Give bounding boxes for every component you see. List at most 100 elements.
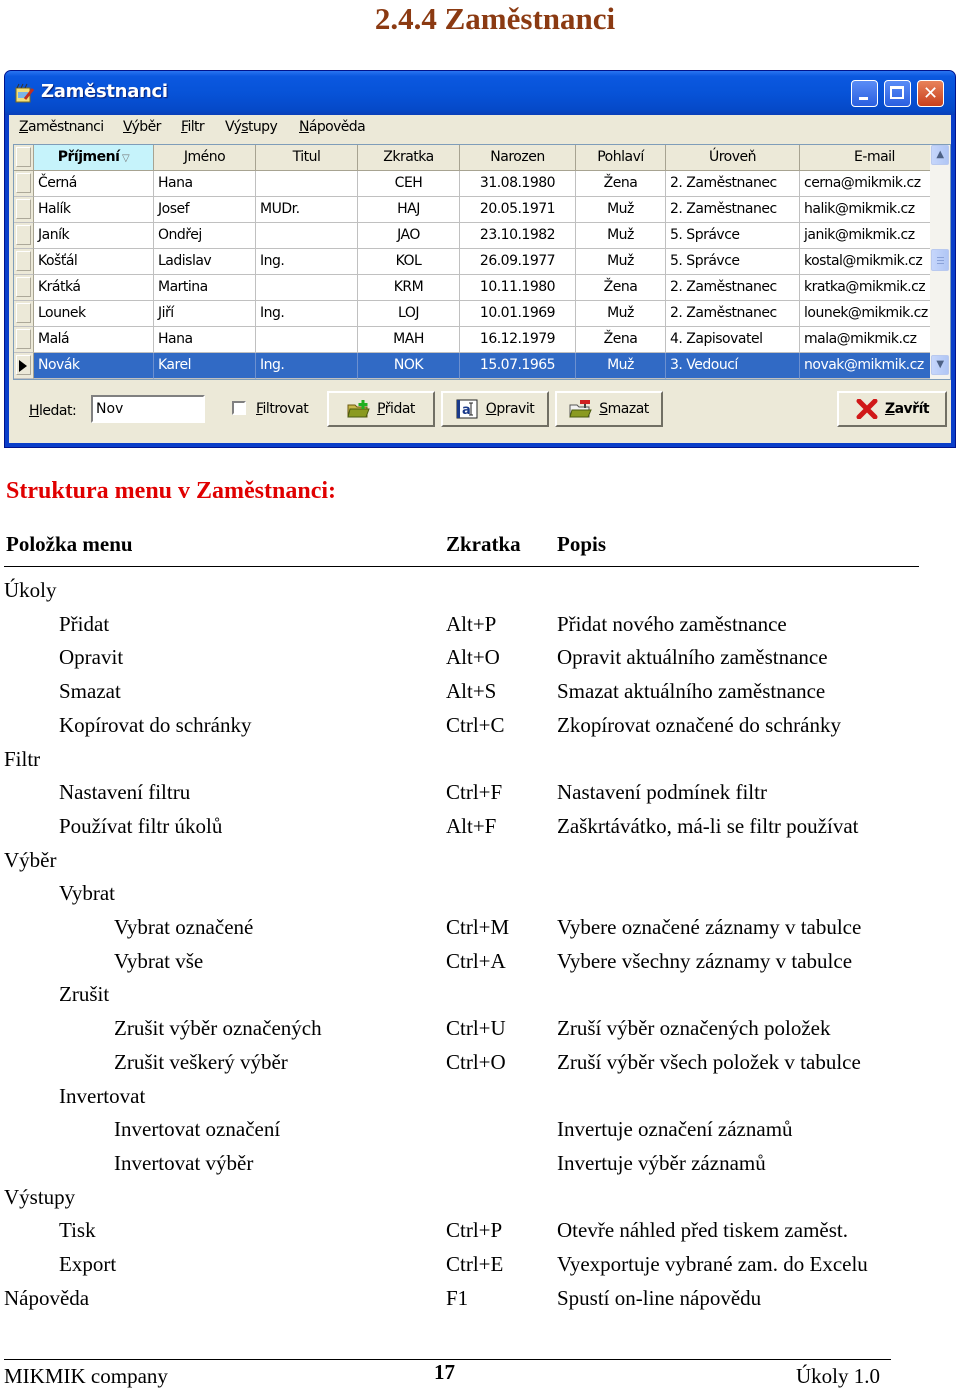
table-row[interactable]: Halík Josef MUDr. HAJ 20.05.1971 Muž 2. Zaměst…	[14, 197, 950, 223]
table-cell[interactable]: kratka@mikmik.cz	[800, 275, 950, 301]
column-header[interactable]: Pohlaví	[576, 145, 666, 171]
maximize-button[interactable]	[884, 80, 911, 107]
table-row[interactable]: Lounek Jiří Ing. LOJ 10.01.1969 Muž 2. Zaměstn…	[14, 301, 950, 327]
table-cell[interactable]: 5. Správce	[666, 223, 800, 249]
menu-napoveda[interactable]: Nápověda	[299, 119, 366, 135]
table-cell[interactable]: novak@mikmik.cz	[800, 353, 950, 379]
table-cell[interactable]: KOL	[358, 249, 460, 275]
scroll-down-button[interactable]: ▼	[931, 355, 949, 375]
column-header[interactable]: Titul	[256, 145, 358, 171]
table-cell[interactable]	[256, 171, 358, 197]
column-header[interactable]: Příjmení ▽	[34, 145, 154, 171]
table-cell[interactable]: JAO	[358, 223, 460, 249]
table-cell[interactable]: CEH	[358, 171, 460, 197]
table-row[interactable]: Malá Hana MAH 16.12.1979 Žena 4. Zapisovatel m…	[14, 327, 950, 353]
vertical-scrollbar[interactable]: ▲ ▼	[930, 145, 950, 379]
row-selector[interactable]	[14, 223, 34, 249]
table-cell[interactable]: Muž	[576, 353, 666, 379]
table-cell[interactable]: 26.09.1977	[460, 249, 576, 275]
table-cell[interactable]: Žena	[576, 171, 666, 197]
table-cell[interactable]: NOK	[358, 353, 460, 379]
column-header[interactable]: Narozen	[460, 145, 576, 171]
table-cell[interactable]: LOJ	[358, 301, 460, 327]
table-cell[interactable]: Malá	[34, 327, 154, 353]
table-cell[interactable]: 10.11.1980	[460, 275, 576, 301]
row-selector[interactable]	[14, 197, 34, 223]
table-cell[interactable]: Janík	[34, 223, 154, 249]
table-cell[interactable]: 3. Vedoucí	[666, 353, 800, 379]
table-cell[interactable]: Ing.	[256, 353, 358, 379]
scroll-thumb[interactable]	[931, 249, 949, 271]
table-cell[interactable]: Martina	[154, 275, 256, 301]
table-cell[interactable]: 16.12.1979	[460, 327, 576, 353]
table-cell[interactable]: 31.08.1980	[460, 171, 576, 197]
table-cell[interactable]: Ing.	[256, 249, 358, 275]
table-cell[interactable]: Hana	[154, 327, 256, 353]
scroll-up-button[interactable]: ▲	[931, 145, 949, 165]
table-cell[interactable]: Hana	[154, 171, 256, 197]
table-cell[interactable]: janik@mikmik.cz	[800, 223, 950, 249]
table-cell[interactable]	[256, 327, 358, 353]
row-selector[interactable]	[14, 353, 34, 379]
table-cell[interactable]: 2. Zaměstnanec	[666, 171, 800, 197]
table-cell[interactable]: 23.10.1982	[460, 223, 576, 249]
row-selector[interactable]	[14, 301, 34, 327]
minimize-button[interactable]	[851, 80, 878, 107]
row-selector[interactable]	[14, 171, 34, 197]
close-button[interactable]: Zavřít	[837, 391, 947, 427]
table-cell[interactable]: 15.07.1965	[460, 353, 576, 379]
table-cell[interactable]: mala@mikmik.cz	[800, 327, 950, 353]
table-cell[interactable]: KRM	[358, 275, 460, 301]
edit-button[interactable]: a Opravit	[441, 391, 549, 427]
close-window-button[interactable]: ✕	[917, 80, 944, 107]
title-bar[interactable]: Zaměstnanci ✕	[5, 71, 955, 115]
menu-vystupy[interactable]: Výstupy	[225, 119, 278, 135]
table-cell[interactable]: 4. Zapisovatel	[666, 327, 800, 353]
table-cell[interactable]: 2. Zaměstnanec	[666, 301, 800, 327]
table-cell[interactable]: Halík	[34, 197, 154, 223]
menu-zamestnanci[interactable]: Zaměstnanci	[19, 119, 104, 135]
table-cell[interactable]: cerna@mikmik.cz	[800, 171, 950, 197]
table-cell[interactable]: Krátká	[34, 275, 154, 301]
table-row[interactable]: Krátká Martina KRM 10.11.1980 Žena 2. Zaměstn…	[14, 275, 950, 301]
table-row[interactable]: Janík Ondřej JAO 23.10.1982 Muž 5. Správce jan…	[14, 223, 950, 249]
table-row[interactable]: Novák Karel Ing. NOK 15.07.1965 Muž 3. Vedoucí…	[14, 353, 950, 379]
table-cell[interactable]: Muž	[576, 249, 666, 275]
table-cell[interactable]: Novák	[34, 353, 154, 379]
table-cell[interactable]	[256, 223, 358, 249]
table-cell[interactable]: Muž	[576, 197, 666, 223]
menu-filtr[interactable]: Filtr	[181, 119, 205, 135]
table-cell[interactable]: Muž	[576, 223, 666, 249]
table-cell[interactable]	[256, 275, 358, 301]
table-cell[interactable]: halik@mikmik.cz	[800, 197, 950, 223]
table-cell[interactable]: Ladislav	[154, 249, 256, 275]
table-cell[interactable]: Ondřej	[154, 223, 256, 249]
table-row[interactable]: Černá Hana CEH 31.08.1980 Žena 2. Zaměstnanec…	[14, 171, 950, 197]
row-selector[interactable]	[14, 249, 34, 275]
table-cell[interactable]: Košťál	[34, 249, 154, 275]
delete-button[interactable]: Smazat	[555, 391, 663, 427]
table-cell[interactable]: Karel	[154, 353, 256, 379]
menu-vyber[interactable]: Výběr	[123, 119, 161, 135]
table-cell[interactable]: Černá	[34, 171, 154, 197]
table-cell[interactable]: 10.01.1969	[460, 301, 576, 327]
table-cell[interactable]: 20.05.1971	[460, 197, 576, 223]
table-cell[interactable]: Žena	[576, 327, 666, 353]
column-header[interactable]: Jméno	[154, 145, 256, 171]
table-cell[interactable]: Josef	[154, 197, 256, 223]
table-cell[interactable]: 2. Zaměstnanec	[666, 275, 800, 301]
search-input[interactable]	[91, 395, 205, 423]
table-cell[interactable]: Ing.	[256, 301, 358, 327]
table-cell[interactable]: Jiří	[154, 301, 256, 327]
column-header[interactable]: Úroveň	[666, 145, 800, 171]
table-cell[interactable]: MUDr.	[256, 197, 358, 223]
table-cell[interactable]: Lounek	[34, 301, 154, 327]
table-cell[interactable]: Muž	[576, 301, 666, 327]
table-cell[interactable]: Žena	[576, 275, 666, 301]
table-row[interactable]: Košťál Ladislav Ing. KOL 26.09.1977 Muž 5. Spr…	[14, 249, 950, 275]
table-cell[interactable]: kostal@mikmik.cz	[800, 249, 950, 275]
column-header[interactable]: E-mail	[800, 145, 950, 171]
table-cell[interactable]: 2. Zaměstnanec	[666, 197, 800, 223]
table-cell[interactable]: lounek@mikmik.cz	[800, 301, 950, 327]
column-header[interactable]: Zkratka	[358, 145, 460, 171]
